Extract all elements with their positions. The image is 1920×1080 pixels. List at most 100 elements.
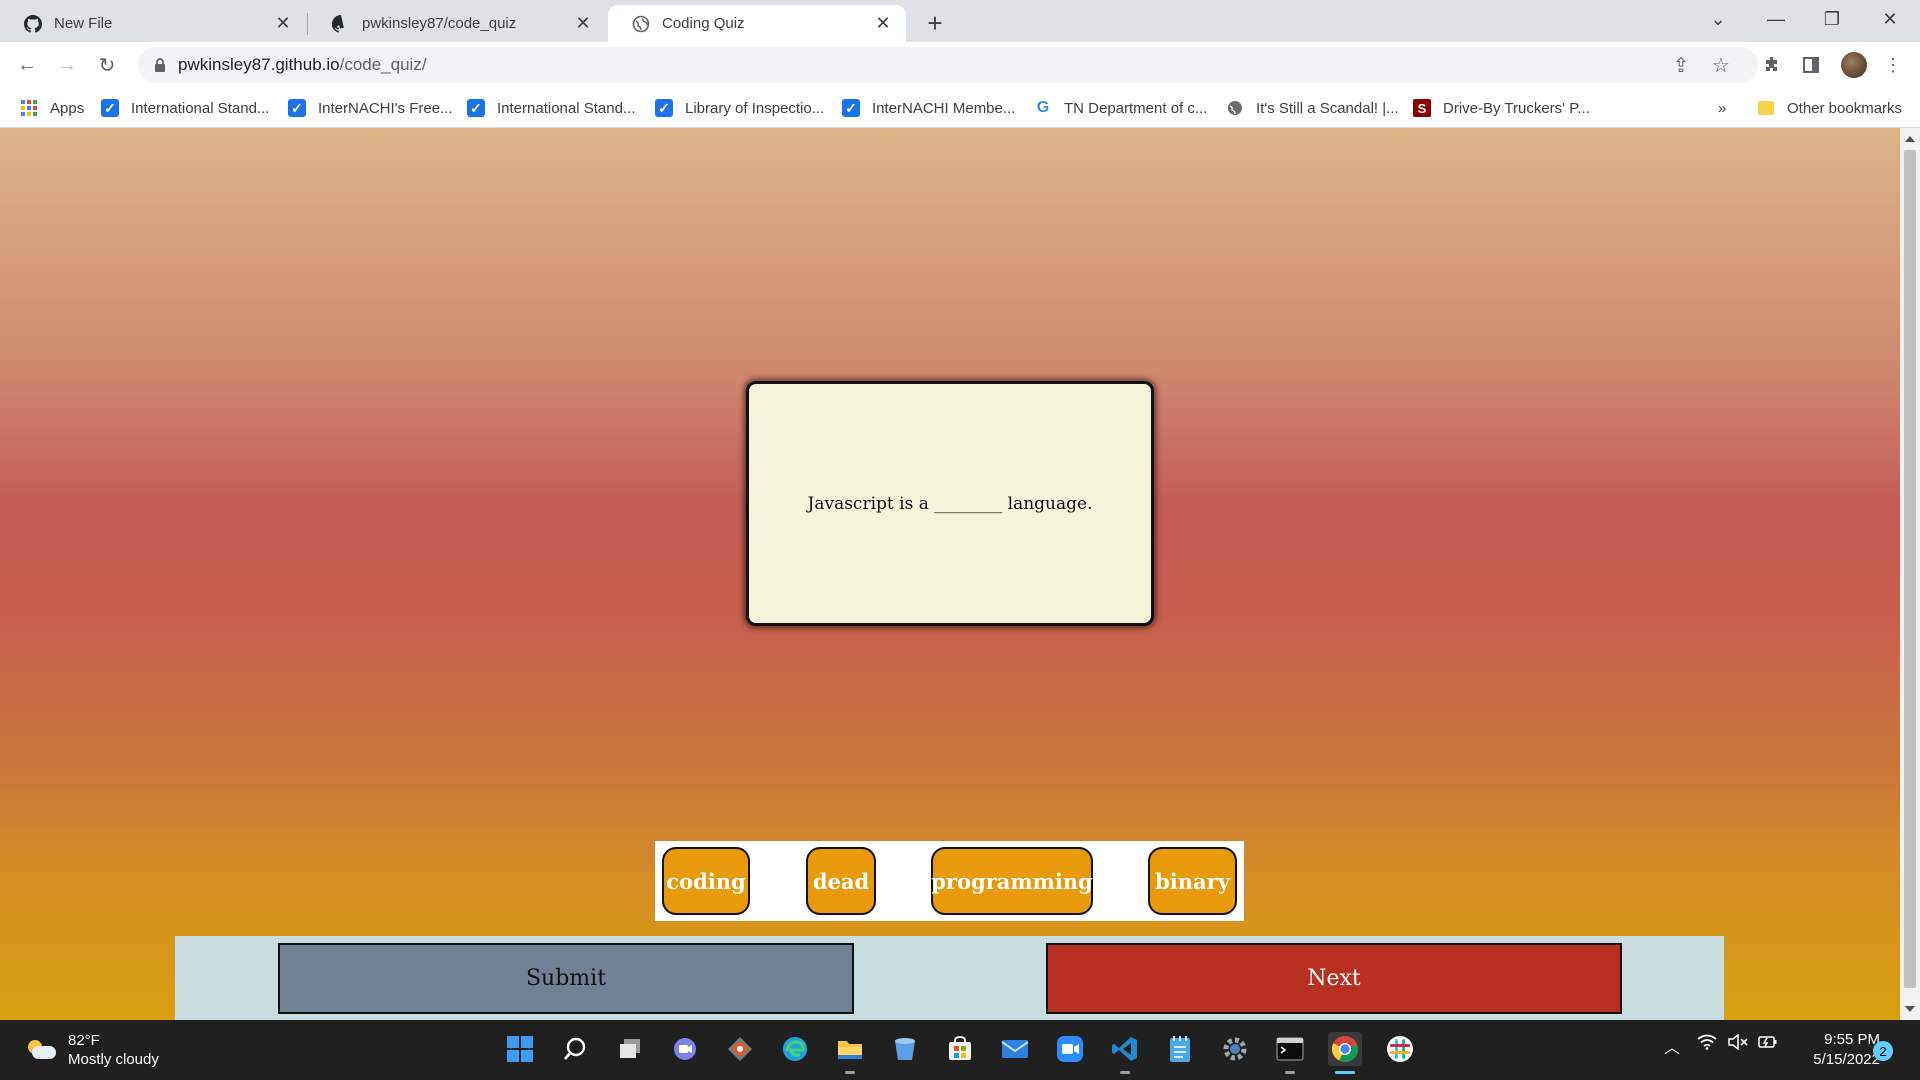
url-text: pwkinsley87.github.io/code_quiz/: [178, 47, 427, 83]
bookmark-label: Library of Inspectio...: [685, 99, 825, 117]
bookmark-item[interactable]: S Drive-By Truckers' P...: [1413, 96, 1590, 120]
task-view-icon[interactable]: [613, 1032, 647, 1066]
other-bookmarks[interactable]: Other bookmarks: [1757, 96, 1902, 120]
menu-kebab-icon[interactable]: ⋮: [1880, 52, 1906, 78]
volume-muted-icon[interactable]: [1728, 1033, 1748, 1055]
check-icon: ✓: [288, 99, 306, 117]
answer-button-coding[interactable]: coding: [662, 847, 750, 915]
search-icon[interactable]: [558, 1032, 592, 1066]
windows-taskbar: 82°F Mostly cloudy ︿ 9:55 PM 5/15/2022 2: [0, 1020, 1920, 1080]
bookmark-apps[interactable]: Apps: [20, 96, 84, 120]
system-clock[interactable]: 9:55 PM 5/15/2022: [1780, 1030, 1880, 1070]
file-explorer-icon[interactable]: [833, 1032, 867, 1074]
address-bar[interactable]: pwkinsley87.github.io/code_quiz/ ⇪ ☆: [138, 47, 1758, 83]
wifi-icon[interactable]: [1697, 1034, 1717, 1055]
bookmark-item[interactable]: ✓ InterNACHI's Free...: [288, 96, 453, 120]
tab-strip: New File ✕ pwkinsley87/code_quiz ✕ Codin…: [0, 0, 1920, 42]
running-indicator: [1120, 1071, 1130, 1074]
bookmark-label: Drive-By Truckers' P...: [1443, 99, 1590, 117]
storage-bucket-icon[interactable]: [888, 1032, 922, 1066]
weather-condition: Mostly cloudy: [68, 1051, 159, 1068]
check-icon: ✓: [842, 99, 860, 117]
mail-icon[interactable]: [998, 1032, 1032, 1066]
answer-button-binary[interactable]: binary: [1148, 847, 1237, 915]
bookmark-item[interactable]: ✓ International Stand...: [467, 96, 635, 120]
answer-button-dead[interactable]: dead: [806, 847, 876, 915]
s-icon: S: [1413, 99, 1431, 117]
bookmark-star-icon[interactable]: ☆: [1709, 53, 1733, 77]
zoom-icon[interactable]: [1053, 1032, 1087, 1066]
tab-coding-quiz[interactable]: Coding Quiz ✕: [608, 5, 906, 42]
edge-icon[interactable]: [778, 1032, 812, 1066]
url-host: pwkinsley87.github.io: [178, 55, 340, 74]
weather-temperature: 82°F: [68, 1032, 100, 1049]
terminal-icon[interactable]: [1273, 1032, 1307, 1074]
answer-button-programming[interactable]: programming: [931, 847, 1093, 915]
answer-choices: coding dead programming binary: [655, 841, 1244, 921]
profile-avatar[interactable]: [1841, 52, 1867, 78]
show-hidden-icons-chevron-up-icon[interactable]: ︿: [1664, 1034, 1680, 1058]
quiz-controls: Submit Next: [175, 936, 1724, 1020]
forward-icon[interactable]: →: [52, 50, 82, 80]
close-tab-icon[interactable]: ✕: [874, 13, 892, 33]
vscode-icon[interactable]: [1108, 1032, 1142, 1074]
weather-widget[interactable]: 82°F Mostly cloudy: [26, 1030, 159, 1070]
microsoft-store-icon[interactable]: [943, 1032, 977, 1066]
scroll-up-icon[interactable]: [1905, 136, 1915, 142]
close-tab-icon[interactable]: ✕: [574, 13, 592, 33]
bookmark-label: International Stand...: [497, 99, 636, 117]
folder-icon: [1757, 99, 1775, 117]
bookmark-item[interactable]: G TN Department of c...: [1034, 96, 1208, 120]
apps-grid-icon: [20, 99, 38, 117]
battery-charging-icon[interactable]: [1758, 1034, 1778, 1055]
bookmark-label: InterNACHI Membe...: [872, 99, 1016, 117]
globe-icon: [1226, 99, 1244, 117]
side-panel-icon[interactable]: [1798, 52, 1824, 78]
extensions-icon[interactable]: [1759, 52, 1785, 78]
bookmark-label: International Stand...: [131, 99, 270, 117]
scroll-down-icon[interactable]: [1905, 1006, 1915, 1012]
page-scrollbar[interactable]: [1900, 128, 1920, 1020]
tab-code-quiz-repo[interactable]: pwkinsley87/code_quiz ✕: [308, 5, 606, 42]
submit-button[interactable]: Submit: [278, 943, 854, 1014]
bookmark-item[interactable]: ✓ InterNACHI Membe...: [842, 96, 1015, 120]
close-tab-icon[interactable]: ✕: [274, 13, 292, 33]
globe-icon: [632, 15, 650, 33]
check-icon: ✓: [655, 99, 673, 117]
other-bookmarks-label: Other bookmarks: [1787, 99, 1903, 117]
scrollbar-thumb[interactable]: [1904, 150, 1916, 988]
restore-icon[interactable]: ❐: [1804, 0, 1860, 38]
bookmark-label: Apps: [50, 99, 85, 117]
clock-date: 5/15/2022: [1813, 1051, 1880, 1068]
question-text: Javascript is a ________ language.: [807, 493, 1093, 514]
settings-gear-icon[interactable]: [1218, 1032, 1252, 1066]
minimize-icon[interactable]: —: [1748, 0, 1804, 38]
tab-title: pwkinsley87/code_quiz: [362, 15, 517, 32]
next-button[interactable]: Next: [1046, 943, 1622, 1014]
bookmark-item[interactable]: ✓ Library of Inspectio...: [655, 96, 824, 120]
check-icon: ✓: [101, 99, 119, 117]
bookmark-item[interactable]: It's Still a Scandal! |...: [1226, 96, 1399, 120]
reload-icon[interactable]: ↻: [92, 50, 122, 80]
browser-toolbar: ← → ↻ pwkinsley87.github.io/code_quiz/ ⇪…: [0, 42, 1920, 88]
bookmarks-overflow-icon[interactable]: »: [1718, 96, 1726, 120]
chrome-icon[interactable]: [1328, 1032, 1362, 1074]
running-indicator: [1285, 1071, 1295, 1074]
slack-icon[interactable]: [1383, 1032, 1417, 1066]
share-icon[interactable]: ⇪: [1669, 53, 1693, 77]
running-indicator: [845, 1071, 855, 1074]
teams-chat-icon[interactable]: [668, 1032, 702, 1066]
notification-badge[interactable]: 2: [1873, 1041, 1893, 1061]
bookmarks-bar: Apps ✓ International Stand... ✓ InterNAC…: [0, 88, 1920, 128]
tab-search-icon[interactable]: ⌄: [1690, 0, 1746, 38]
tab-new-file[interactable]: New File ✕: [0, 5, 306, 42]
git-gui-icon[interactable]: [723, 1032, 757, 1066]
notepad-icon[interactable]: [1163, 1032, 1197, 1066]
bookmark-item[interactable]: ✓ International Stand...: [101, 96, 269, 120]
start-icon[interactable]: [503, 1032, 537, 1066]
lock-icon: [152, 57, 168, 73]
back-icon[interactable]: ←: [12, 50, 42, 80]
new-tab-button[interactable]: +: [920, 8, 950, 38]
window-close-icon[interactable]: ✕: [1862, 0, 1918, 38]
check-icon: ✓: [467, 99, 485, 117]
